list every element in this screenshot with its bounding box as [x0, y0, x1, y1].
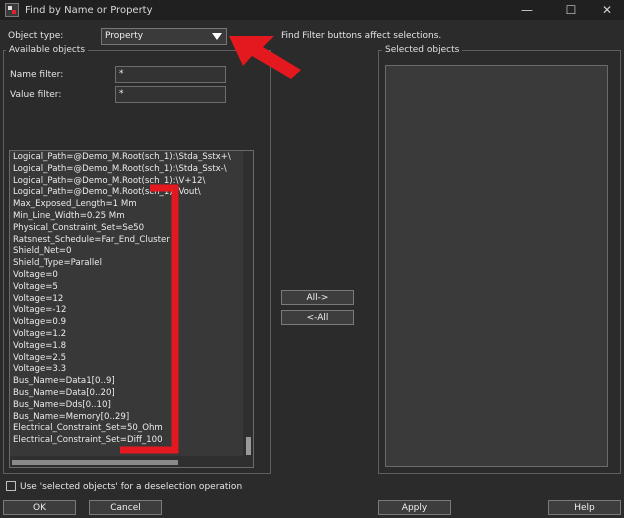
remove-all-button[interactable]: <-All	[281, 310, 354, 325]
selected-objects-list[interactable]	[385, 65, 608, 467]
list-item[interactable]: Bus_Name=Dds[0..10]	[13, 400, 111, 412]
list-item[interactable]: Bus_Name=Data1[0..9]	[13, 376, 115, 388]
available-objects-label: Available objects	[6, 45, 89, 55]
object-type-dropdown[interactable]: Property	[101, 28, 227, 45]
maximize-button[interactable]: ☐	[556, 0, 586, 20]
selected-objects-label: Selected objects	[382, 45, 463, 55]
list-item[interactable]: Voltage=0.9	[13, 317, 66, 329]
list-item[interactable]: Electrical_Constraint_Set=Diff_100	[13, 435, 163, 447]
minimize-button[interactable]: —	[512, 0, 542, 20]
horizontal-scroll-thumb[interactable]	[12, 460, 178, 465]
available-objects-list[interactable]: Logical_Path=@Demo_M.Root(sch_1):\Stda_S…	[9, 150, 254, 468]
list-item[interactable]: Voltage=0	[13, 270, 58, 282]
list-item[interactable]: Bus_Name=Memory[0..29]	[13, 412, 129, 424]
object-type-value: Property	[105, 31, 144, 41]
list-item[interactable]: Voltage=1.2	[13, 329, 66, 341]
minimize-icon: —	[521, 3, 533, 17]
close-icon: ✕	[601, 3, 613, 17]
list-item[interactable]: Ratsnest_Schedule=Far_End_Cluster	[13, 235, 170, 247]
list-item[interactable]: Voltage=12	[13, 294, 63, 306]
help-button[interactable]: Help	[548, 500, 621, 515]
cancel-button[interactable]: Cancel	[89, 500, 162, 515]
info-text: Find Filter buttons affect selections.	[281, 31, 442, 41]
list-item[interactable]: Shield_Net=0	[13, 246, 71, 258]
list-item[interactable]: Shield_Type=Parallel	[13, 258, 102, 270]
horizontal-scrollbar[interactable]	[10, 456, 253, 467]
list-item[interactable]: Electrical_Constraint_Set=50_Ohm	[13, 423, 163, 435]
object-type-label: Object type:	[8, 31, 64, 41]
window-title: Find by Name or Property	[25, 4, 153, 16]
ok-button[interactable]: OK	[3, 500, 76, 515]
title-bar: Find by Name or Property — ☐ ✕	[0, 0, 624, 20]
app-icon	[5, 3, 19, 17]
vertical-scroll-thumb[interactable]	[246, 437, 251, 455]
list-item[interactable]: Voltage=2.5	[13, 353, 66, 365]
list-item[interactable]: Bus_Name=Data[0..20]	[13, 388, 115, 400]
name-filter-label: Name filter:	[10, 70, 64, 80]
list-item[interactable]: Voltage=5	[13, 282, 58, 294]
deselect-label: Use 'selected objects' for a deselection…	[20, 482, 243, 492]
list-item[interactable]: Voltage=3.3	[13, 364, 66, 376]
chevron-down-icon[interactable]	[212, 33, 222, 40]
list-item[interactable]: Voltage=-12	[13, 305, 66, 317]
value-filter-input[interactable]: *	[115, 86, 226, 103]
list-item[interactable]: Voltage=1.8	[13, 341, 66, 353]
close-button[interactable]: ✕	[592, 0, 622, 20]
apply-button[interactable]: Apply	[378, 500, 451, 515]
list-item[interactable]: Max_Exposed_Length=1 Mm	[13, 199, 137, 211]
maximize-icon: ☐	[565, 3, 577, 17]
list-item[interactable]: Logical_Path=@Demo_M.Root(sch_1):\V+12\	[13, 176, 205, 188]
vertical-scrollbar[interactable]	[243, 151, 253, 456]
list-item[interactable]: Logical_Path=@Demo_M.Root(sch_1):\Vout\	[13, 187, 201, 199]
list-item[interactable]: Physical_Constraint_Set=Se50	[13, 223, 144, 235]
list-item[interactable]: Min_Line_Width=0.25 Mm	[13, 211, 125, 223]
list-item[interactable]: Logical_Path=@Demo_M.Root(sch_1):\Stda_S…	[13, 164, 227, 176]
name-filter-input[interactable]: *	[115, 66, 226, 83]
add-all-button[interactable]: All->	[281, 290, 354, 305]
list-item[interactable]: Logical_Path=@Demo_M.Root(sch_1):\Stda_S…	[13, 152, 231, 164]
value-filter-label: Value filter:	[10, 90, 62, 100]
deselect-checkbox[interactable]	[6, 481, 16, 491]
